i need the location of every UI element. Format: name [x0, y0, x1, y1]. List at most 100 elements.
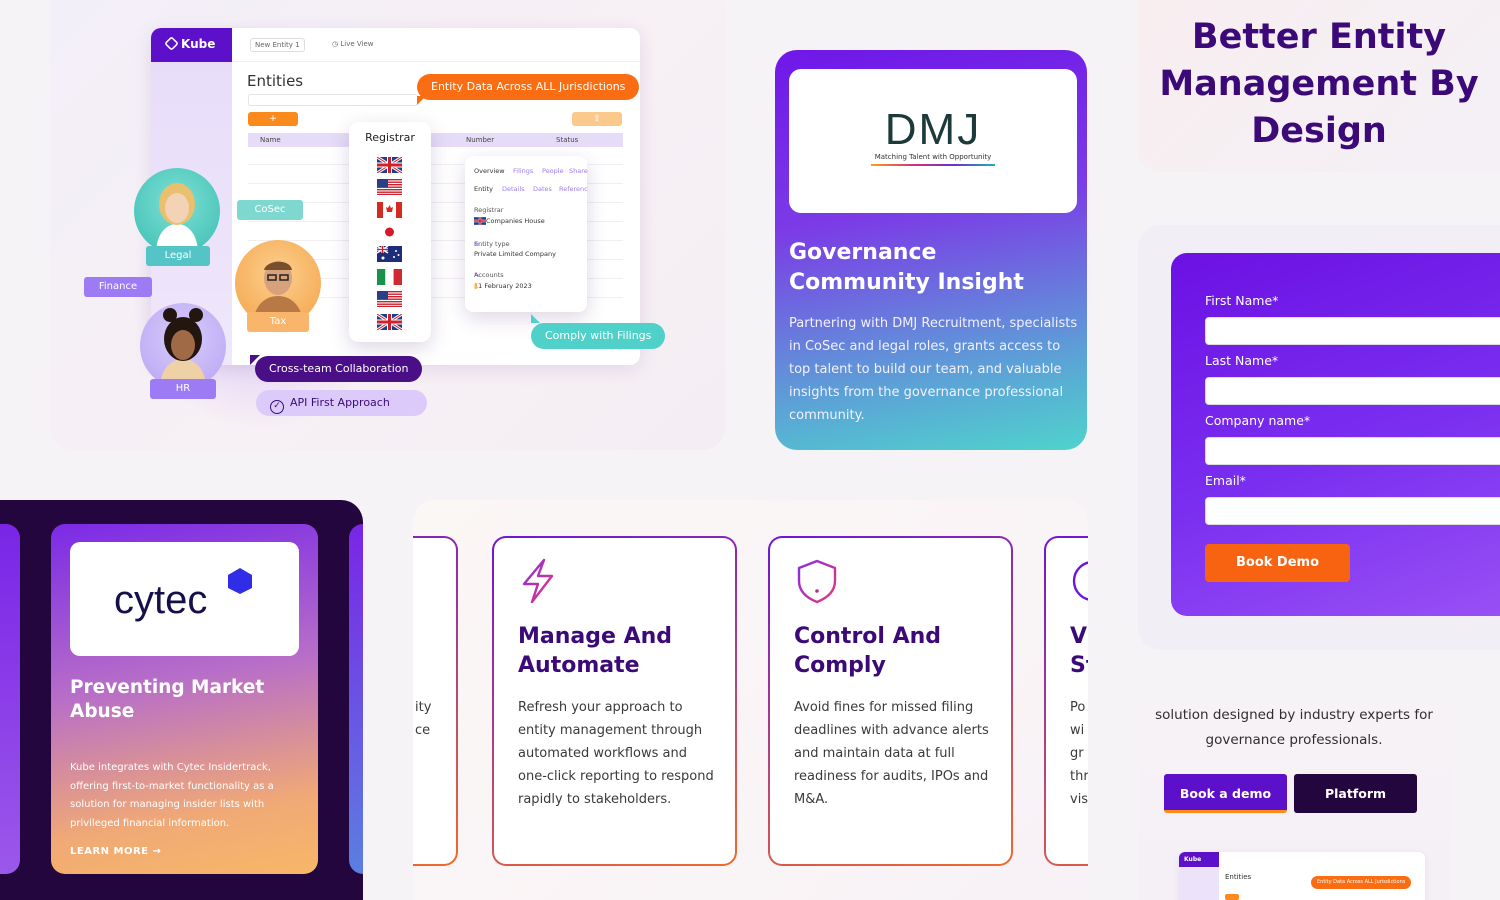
carousel-prev-card[interactable] — [0, 524, 20, 874]
callout-pointer — [531, 314, 540, 323]
demo-form-panel: First Name* Last Name* Company name* Ema… — [1138, 225, 1500, 650]
tab-reference[interactable]: Referenc — [559, 185, 588, 193]
edit-icon: ✎ — [474, 240, 480, 248]
feature-body: Avoid fines for missed filing deadlines … — [794, 700, 989, 807]
dmj-logo: DMJ Matching Talent with Opportunity — [789, 69, 1077, 213]
registrar-label: Registrar — [474, 206, 504, 214]
product-mockup-panel: Kube New Entity 1 ◷ Live View Entities +… — [50, 0, 725, 450]
dmj-logo-text: DMJ — [884, 105, 982, 154]
uk-flag-icon — [474, 217, 486, 225]
cta-text: solution designed by industry experts fo… — [1155, 707, 1433, 748]
jurisdictions-callout: Entity Data Across ALL Jurisdictions — [417, 74, 640, 100]
email-label: Email* — [1205, 473, 1246, 488]
column-name: Name — [260, 136, 281, 144]
features-carousel: ity ce Manage And Automate Refresh your a… — [413, 500, 1088, 900]
app-brand-name: Kube — [181, 37, 216, 51]
tab-details[interactable]: Details — [502, 185, 525, 193]
new-entity-button[interactable]: New Entity 1 — [250, 38, 305, 52]
mini-logo: Kube — [1179, 852, 1219, 867]
headline-panel: Better Entity Management By Design — [1138, 0, 1500, 172]
cytec-body: Kube integrates with Cytec Insidertrack,… — [70, 762, 274, 829]
cytec-partner-card: cytec Preventing Market Abuse Kube integ… — [51, 524, 318, 874]
feature-card: Manage And Automate Refresh your approac… — [492, 536, 737, 866]
mini-add-button — [1225, 894, 1239, 900]
dmj-logo-underline — [871, 164, 995, 166]
us-flag-icon — [377, 179, 402, 195]
role-tag-legal: Legal — [146, 246, 210, 266]
tab-filings[interactable]: Filings — [513, 167, 533, 175]
lightning-icon — [522, 558, 554, 604]
canada-flag-icon — [377, 202, 402, 218]
entities-search-input[interactable] — [248, 94, 418, 106]
feature-card-partial-right: VSt Powigrthrvis — [1044, 536, 1088, 866]
cytec-carousel: cytec Preventing Market Abuse Kube integ… — [0, 500, 363, 900]
learn-more-link[interactable]: LEARN MORE → — [70, 846, 161, 857]
headline-line-2: Management By — [1159, 64, 1479, 104]
live-view-button[interactable]: ◷ Live View — [328, 38, 377, 50]
tab-people[interactable]: People — [542, 167, 564, 175]
clock-icon — [1072, 561, 1088, 601]
bell-icon: ▮ — [474, 282, 478, 290]
cytec-logo-text: cytec — [114, 578, 208, 622]
filings-callout: Comply with Filings — [531, 323, 666, 349]
company-field[interactable] — [1205, 437, 1500, 465]
feature-body-partial: Po wi gr thr vis — [1070, 700, 1088, 807]
japan-flag-icon — [377, 224, 402, 240]
headline: Better Entity Management By Design — [1138, 14, 1500, 155]
dmj-logo-tagline: Matching Talent with Opportunity — [874, 153, 992, 161]
app-logo: Kube — [151, 28, 232, 62]
api-callout: ✓ API First Approach — [256, 390, 427, 416]
first-name-field[interactable] — [1205, 317, 1500, 345]
column-number: Number — [466, 136, 495, 144]
feature-title: Manage And Automate — [518, 624, 673, 678]
carousel-next-card[interactable] — [349, 524, 363, 874]
hr-avatar — [140, 303, 226, 389]
role-tag-tax: Tax — [247, 312, 309, 332]
book-demo-button[interactable]: Book Demo — [1205, 544, 1350, 582]
us-flag-icon — [377, 291, 402, 307]
edit-icon: ✎ — [474, 271, 480, 279]
tab-dates[interactable]: Dates — [533, 185, 552, 193]
email-field[interactable] — [1205, 497, 1500, 525]
feature-title-partial: VSt — [1070, 624, 1088, 678]
kube-logo-icon — [164, 36, 179, 51]
feature-body: Refresh your approach to entity manageme… — [518, 700, 714, 807]
role-tag-cosec: CoSec — [237, 200, 303, 220]
add-entity-button[interactable]: + — [248, 112, 298, 126]
entity-type-value: Private Limited Company — [474, 250, 556, 258]
feature-body-partial: ity ce — [415, 700, 432, 738]
upload-button[interactable]: ⇪ — [572, 112, 622, 126]
mini-callout: Entity Data Across ALL Jurisdictions — [1311, 876, 1412, 889]
role-tag-finance: Finance — [84, 277, 152, 297]
dmj-title: Governance Community Insight — [789, 240, 1024, 295]
tab-entity[interactable]: Entity — [474, 185, 493, 193]
dmj-body: Partnering with DMJ Recruitment, special… — [789, 316, 1078, 423]
registrar-title: Registrar — [365, 131, 415, 144]
check-circle-icon: ✓ — [270, 400, 284, 414]
platform-button[interactable]: Platform — [1294, 774, 1417, 813]
cytec-logo: cytec — [70, 542, 299, 656]
last-name-label: Last Name* — [1205, 353, 1279, 368]
company-label: Company name* — [1205, 413, 1311, 428]
registrar-value: Companies House — [474, 217, 545, 226]
callout-pointer — [417, 96, 426, 105]
mini-title: Entities — [1225, 873, 1252, 881]
entities-table-header: Name Number Status — [248, 133, 623, 147]
first-name-label: First Name* — [1205, 293, 1279, 308]
demo-form: First Name* Last Name* Company name* Ema… — [1171, 253, 1500, 616]
italy-flag-icon — [377, 269, 402, 285]
tab-overview[interactable]: Overview — [474, 167, 505, 175]
app-topbar: New Entity 1 ◷ Live View — [232, 28, 640, 62]
last-name-field[interactable] — [1205, 377, 1500, 405]
feature-title: Control And Comply — [794, 624, 942, 678]
registrar-card: Registrar — [349, 122, 431, 342]
column-status: Status — [556, 136, 579, 144]
entity-detail-card: Overview Filings People Share Entity Det… — [465, 156, 588, 312]
book-a-demo-button[interactable]: Book a demo — [1164, 774, 1287, 813]
entities-title: Entities — [247, 72, 304, 90]
dmj-partner-card: DMJ Matching Talent with Opportunity Gov… — [775, 50, 1087, 450]
tab-share[interactable]: Share — [569, 167, 588, 175]
cytec-title: Preventing Market Abuse — [70, 677, 265, 722]
role-tag-hr: HR — [150, 379, 216, 399]
cytec-hexagon-icon — [228, 568, 252, 594]
